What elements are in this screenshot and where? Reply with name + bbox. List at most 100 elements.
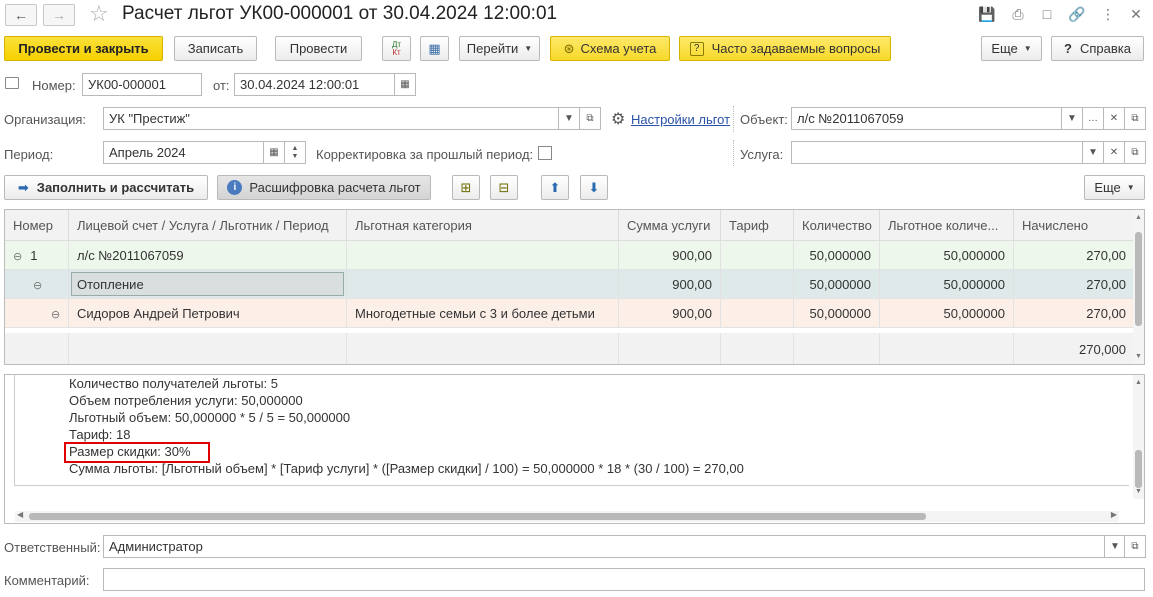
organization-dropdown[interactable]: ▼ xyxy=(558,107,580,130)
collapse-node-icon[interactable]: ⊖ xyxy=(33,280,42,292)
column-header-charged[interactable]: Начислено xyxy=(1014,210,1135,241)
table-more-button[interactable]: Еще ▼ xyxy=(1084,175,1145,200)
dt-kt-button[interactable]: Дт Кт xyxy=(382,36,411,61)
responsible-label: Ответственный: xyxy=(4,540,101,555)
period-calendar[interactable]: ▦ xyxy=(263,141,285,164)
organization-open[interactable]: ⧉ xyxy=(579,107,601,130)
close-icon[interactable]: ✕ xyxy=(1127,5,1145,23)
link-icon[interactable]: 🔗 xyxy=(1068,5,1086,23)
scroll-down-icon[interactable]: ▼ xyxy=(1135,488,1142,495)
help-button[interactable]: ? Справка xyxy=(1051,36,1144,61)
service-open[interactable]: ⧉ xyxy=(1124,141,1146,164)
service-cell: Отопление xyxy=(69,270,347,299)
structure-button[interactable]: ▦ xyxy=(420,36,449,61)
comment-field[interactable] xyxy=(103,568,1145,591)
separator xyxy=(733,140,734,166)
row-number-cell: ⊖ 1 xyxy=(5,241,69,270)
organization-field[interactable]: УК "Престиж" xyxy=(103,107,559,130)
column-header-category[interactable]: Льготная категория xyxy=(347,210,619,241)
row-number: 1 xyxy=(30,248,38,263)
post-button[interactable]: Провести xyxy=(275,36,362,61)
table-scrollbar[interactable]: ▲ ▼ xyxy=(1133,210,1144,364)
move-up-button[interactable]: ⬆ xyxy=(541,175,569,200)
goto-button[interactable]: Перейти ▼ xyxy=(459,36,540,61)
arrow-right-icon: → xyxy=(52,7,66,23)
consumption-volume-line: Объем потребления услуги: 50,000000 xyxy=(69,393,303,408)
column-header-benefit-quantity[interactable]: Льготное количе... xyxy=(880,210,1014,241)
collapse-node-icon[interactable]: ⊖ xyxy=(51,309,60,321)
move-down-button[interactable]: ⬇ xyxy=(580,175,608,200)
scrollbar-thumb[interactable] xyxy=(1135,232,1142,326)
scrollbar-thumb[interactable] xyxy=(29,513,926,520)
scroll-left-icon[interactable]: ◀ xyxy=(17,510,23,519)
scroll-down-icon[interactable]: ▼ xyxy=(1135,353,1142,360)
service-field[interactable] xyxy=(791,141,1083,164)
more-vert-icon[interactable]: ⋮ xyxy=(1099,5,1117,23)
benefit-settings-link[interactable]: Настройки льгот xyxy=(631,112,730,127)
correction-checkbox[interactable] xyxy=(538,146,552,160)
scroll-up-icon[interactable]: ▲ xyxy=(1135,379,1142,386)
calendar-button[interactable]: ▦ xyxy=(394,73,416,96)
clear-icon: ✕ xyxy=(1109,147,1119,158)
dropdown-arrow-icon: ▼ xyxy=(1023,44,1032,53)
scheme-icon: ⊛ xyxy=(563,40,575,56)
object-clear[interactable]: ✕ xyxy=(1103,107,1125,130)
accounting-scheme-button[interactable]: ⊛ Схема учета xyxy=(550,36,670,61)
scrollbar-thumb[interactable] xyxy=(1135,450,1142,488)
help-label: Справка xyxy=(1079,41,1131,56)
chevron-down-icon: ▼ xyxy=(1067,113,1077,124)
column-header-quantity[interactable]: Количество xyxy=(794,210,880,241)
detail-vscroll[interactable]: ▲ ▼ xyxy=(1133,375,1144,499)
column-header-account[interactable]: Лицевой счет / Услуга / Льготник / Перио… xyxy=(69,210,347,241)
date-field[interactable]: 30.04.2024 12:00:01 xyxy=(234,73,395,96)
post-and-close-button[interactable]: Провести и закрыть xyxy=(4,36,163,61)
faq-button[interactable]: ? Часто задаваемые вопросы xyxy=(679,36,891,61)
scroll-right-icon[interactable]: ▶ xyxy=(1111,510,1117,519)
detail-hscroll[interactable]: ◀ ▶ xyxy=(15,510,1119,522)
responsible-field[interactable]: Администратор xyxy=(103,535,1105,558)
quantity-cell: 50,000000 xyxy=(794,270,880,299)
column-header-number[interactable]: Номер xyxy=(5,210,69,241)
scroll-up-icon[interactable]: ▲ xyxy=(1135,214,1142,221)
step-down-icon: ▼ xyxy=(291,152,299,160)
arrow-up-icon: ⬆ xyxy=(549,179,561,195)
service-clear[interactable]: ✕ xyxy=(1103,141,1125,164)
footer-cell xyxy=(619,333,721,364)
column-header-sum[interactable]: Сумма услуги xyxy=(619,210,721,241)
object-field[interactable]: л/с №2011067059 xyxy=(791,107,1062,130)
chevron-down-icon: ▼ xyxy=(564,113,574,124)
preview-icon[interactable]: □ xyxy=(1038,5,1056,23)
save-icon[interactable]: 💾 xyxy=(978,5,996,23)
more-button[interactable]: Еще ▼ xyxy=(981,36,1042,61)
benefits-table[interactable]: Номер Лицевой счет / Услуга / Льготник /… xyxy=(4,209,1145,365)
responsible-open[interactable]: ⧉ xyxy=(1124,535,1146,558)
collapse-all-button[interactable]: ⊟ xyxy=(490,175,518,200)
responsible-dropdown[interactable]: ▼ xyxy=(1104,535,1126,558)
save-button[interactable]: Записать xyxy=(174,36,257,61)
back-button[interactable]: ← xyxy=(5,4,37,26)
window-title: Расчет льгот УК00-000001 от 30.04.2024 1… xyxy=(122,3,558,24)
fill-and-calculate-button[interactable]: ➡ Заполнить и рассчитать xyxy=(4,175,208,200)
calculation-details-panel[interactable]: Количество получателей льготы: 5 Объем п… xyxy=(4,374,1145,524)
period-stepper[interactable]: ▲ ▼ xyxy=(284,141,306,164)
service-dropdown[interactable]: ▼ xyxy=(1082,141,1104,164)
favorite-star-icon[interactable]: ☆ xyxy=(89,1,109,27)
decode-calculation-button[interactable]: i Расшифровка расчета льгот xyxy=(217,175,431,200)
object-dropdown[interactable]: ▼ xyxy=(1061,107,1083,130)
expand-all-button[interactable]: ⊞ xyxy=(452,175,480,200)
number-label: Номер: xyxy=(32,78,76,93)
period-field[interactable]: Апрель 2024 xyxy=(103,141,264,164)
arrow-down-icon: ⬇ xyxy=(588,179,600,195)
collapse-node-icon[interactable]: ⊖ xyxy=(13,251,22,263)
charged-cell: 270,00 xyxy=(1014,270,1135,299)
forward-button[interactable]: → xyxy=(43,4,75,26)
sum-cell: 900,00 xyxy=(619,241,721,270)
object-select[interactable]: … xyxy=(1082,107,1104,130)
print-icon[interactable]: ⎙ xyxy=(1009,5,1027,23)
column-header-tariff[interactable]: Тариф xyxy=(721,210,794,241)
period-label: Период: xyxy=(4,147,54,162)
gear-icon[interactable]: ⚙ xyxy=(611,109,625,129)
scheme-label: Схема учета xyxy=(580,41,657,56)
number-field[interactable]: УК00-000001 xyxy=(82,73,202,96)
object-open[interactable]: ⧉ xyxy=(1124,107,1146,130)
